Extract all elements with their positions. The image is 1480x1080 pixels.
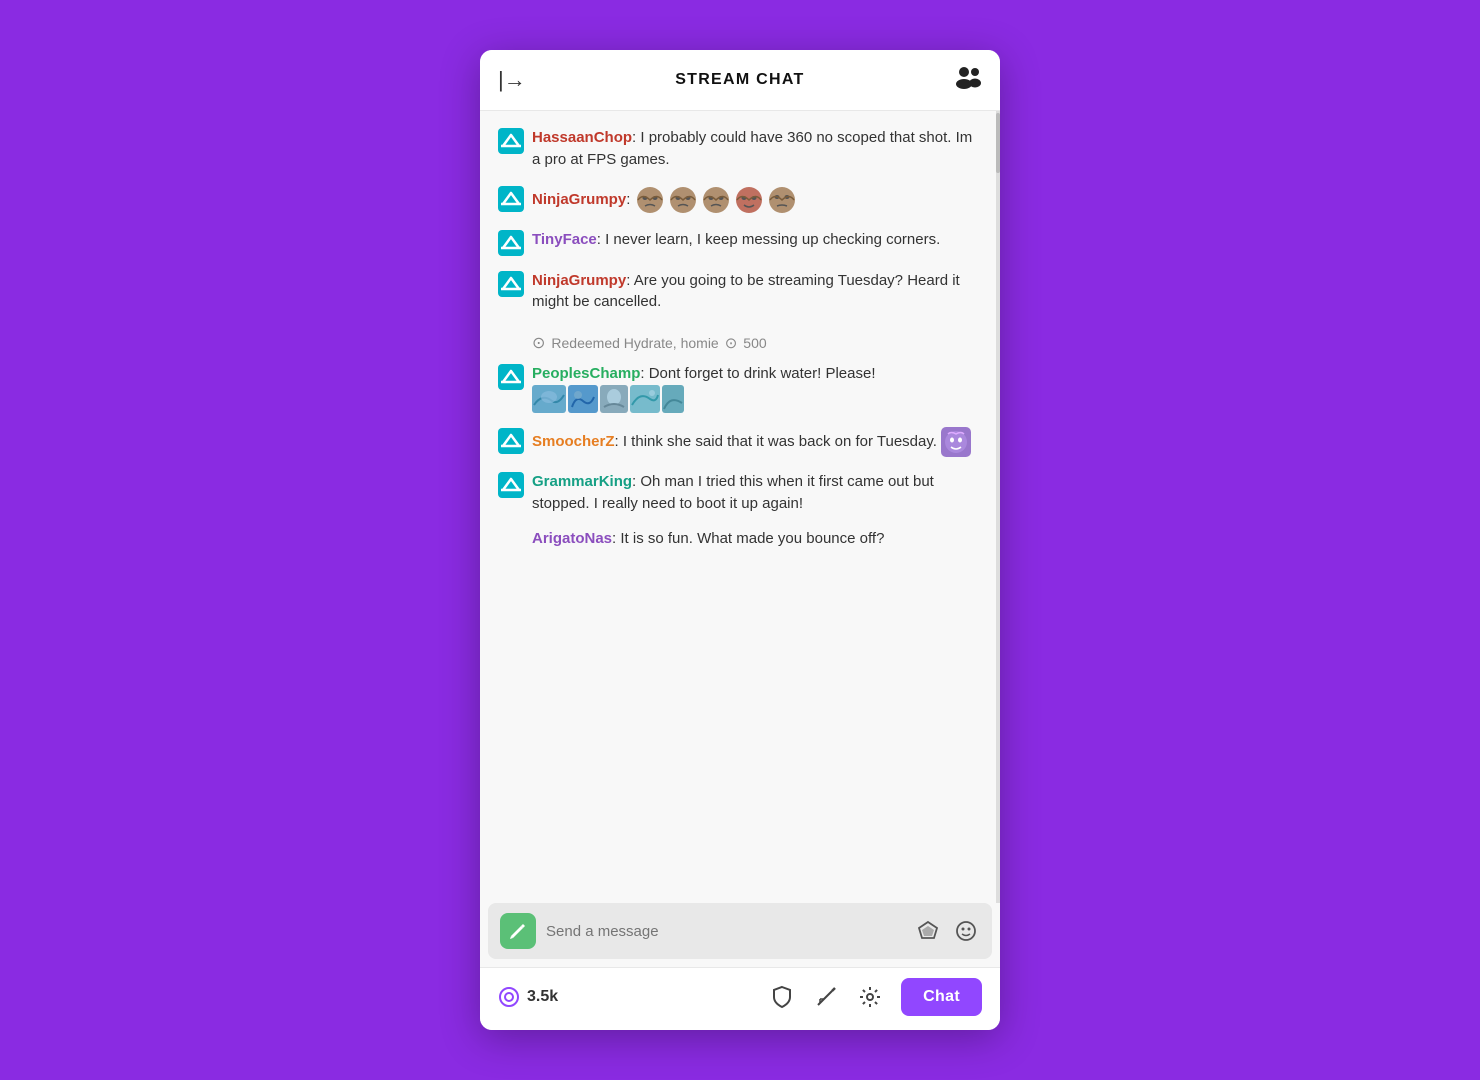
stream-chat-title: STREAM CHAT xyxy=(675,71,804,89)
badge-icon xyxy=(498,428,524,454)
redeemed-text: Redeemed Hydrate, homie xyxy=(551,335,718,351)
collapse-button[interactable]: |→ xyxy=(498,67,526,93)
badge-icon xyxy=(498,128,524,154)
redeemed-notice: ⊙ Redeemed Hydrate, homie ⊙ 500 xyxy=(498,327,978,357)
input-icons xyxy=(914,917,980,945)
list-item: ArigatoNas: It is so fun. What made you … xyxy=(498,528,978,555)
send-message-input[interactable] xyxy=(546,923,904,940)
message-content: NinjaGrumpy: xyxy=(532,185,978,215)
bottom-icons: Chat xyxy=(769,978,982,1016)
message-input-area xyxy=(488,903,992,959)
list-item: TinyFace: I never learn, I keep messing … xyxy=(498,229,978,256)
message-text: : Dont forget to drink water! Please! xyxy=(640,365,875,382)
username: TinyFace xyxy=(532,231,597,248)
scrollbar[interactable] xyxy=(996,111,1000,903)
message-content: GrammarKing: Oh man I tried this when it… xyxy=(532,471,978,515)
username: NinjaGrumpy xyxy=(532,190,626,207)
message-text: : xyxy=(626,190,634,207)
scrollbar-thumb[interactable] xyxy=(996,113,1000,173)
clock-icon: ⊙ xyxy=(532,333,545,353)
shield-icon[interactable] xyxy=(769,984,795,1010)
sword-icon[interactable] xyxy=(813,984,839,1010)
messages-area: HassaanChop: I probably could have 360 n… xyxy=(480,111,996,903)
badge-icon xyxy=(498,271,524,297)
list-item: PeoplesChamp: Dont forget to drink water… xyxy=(498,363,978,413)
messages-wrapper: HassaanChop: I probably could have 360 n… xyxy=(480,111,1000,903)
emote-group xyxy=(532,385,684,413)
message-content: HassaanChop: I probably could have 360 n… xyxy=(532,127,978,171)
users-icon[interactable] xyxy=(954,64,982,96)
badge-icon xyxy=(498,364,524,390)
username: PeoplesChamp xyxy=(532,365,640,382)
viewer-count-value: 3.5k xyxy=(527,988,558,1006)
viewer-count: 3.5k xyxy=(498,986,558,1008)
message-content: NinjaGrumpy: Are you going to be streami… xyxy=(532,270,978,314)
message-text: : I think she said that it was back on f… xyxy=(615,433,942,450)
message-text: : It is so fun. What made you bounce off… xyxy=(612,530,884,547)
list-item: SmoocherZ: I think she said that it was … xyxy=(498,427,978,457)
username: SmoocherZ xyxy=(532,433,615,450)
username: ArigatoNas xyxy=(532,530,612,547)
redeemed-points: 500 xyxy=(743,335,766,351)
settings-icon[interactable] xyxy=(857,984,883,1010)
message-content: TinyFace: I never learn, I keep messing … xyxy=(532,229,978,251)
bits-icon[interactable] xyxy=(914,917,942,945)
badge-icon xyxy=(498,230,524,256)
bottom-bar: 3.5k xyxy=(480,967,1000,1030)
list-item: HassaanChop: I probably could have 360 n… xyxy=(498,127,978,171)
message-content: ArigatoNas: It is so fun. What made you … xyxy=(532,528,978,550)
edit-button[interactable] xyxy=(500,913,536,949)
chat-button[interactable]: Chat xyxy=(901,978,982,1016)
emote-group xyxy=(941,427,971,457)
message-content: PeoplesChamp: Dont forget to drink water… xyxy=(532,363,978,413)
badge-icon xyxy=(498,472,524,498)
username: GrammarKing xyxy=(532,473,632,490)
list-item: NinjaGrumpy: xyxy=(498,185,978,215)
badge-icon xyxy=(498,186,524,212)
list-item: GrammarKing: Oh man I tried this when it… xyxy=(498,471,978,515)
emote-group xyxy=(635,185,797,215)
message-text: : I never learn, I keep messing up check… xyxy=(597,231,941,248)
list-item: NinjaGrumpy: Are you going to be streami… xyxy=(498,270,978,314)
chat-header: |→ STREAM CHAT xyxy=(480,50,1000,111)
username: NinjaGrumpy xyxy=(532,272,626,289)
username: HassaanChop xyxy=(532,129,632,146)
emote-icon[interactable] xyxy=(952,917,980,945)
coin-icon: ⊙ xyxy=(725,334,738,352)
chat-panel: |→ STREAM CHAT xyxy=(480,50,1000,1030)
message-content: SmoocherZ: I think she said that it was … xyxy=(532,427,978,457)
